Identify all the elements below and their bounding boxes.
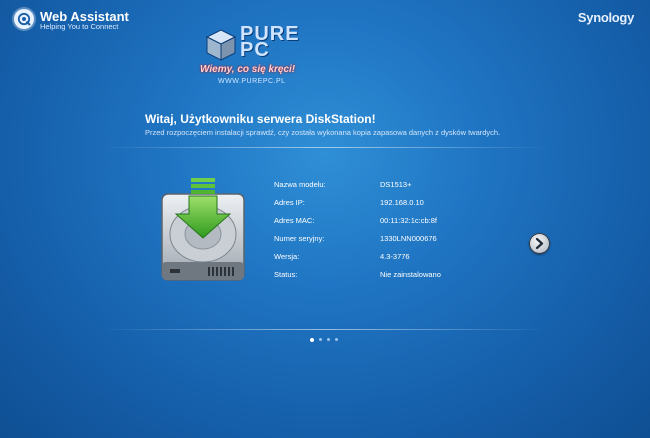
purepc-cube-icon [205,29,237,61]
info-value: Nie zainstalowano [380,270,441,279]
watermark-name: PURE PC [240,23,300,61]
page-dot-2[interactable] [319,338,322,341]
info-value: 192.168.0.10 [380,198,424,207]
page-title: Witaj, Użytkowniku serwera DiskStation! [145,112,376,126]
hard-drive-install-icon [161,178,245,281]
bottom-divider [100,329,550,330]
info-label: Nazwa modelu: [274,180,326,189]
brand-logo: Synology [577,10,634,25]
info-value: 4.3-3776 [380,252,410,261]
page-dot-3[interactable] [327,338,330,341]
app-subtitle: Helping You to Connect [40,22,119,31]
info-label: Wersja: [274,252,300,261]
watermark-logo: PURE PC Wiemy, co się kręci! WWW.PUREPC.… [200,23,304,90]
page-dot-1[interactable] [310,337,314,342]
info-label: Numer seryjny: [274,234,325,243]
top-bar: Web Assistant Helping You to Connect Syn… [0,0,650,40]
info-value: 00:11:32:1c:cb:8f [380,216,437,225]
next-button[interactable] [529,233,550,254]
info-label: Status: [274,270,298,279]
info-value: 1330LNN000676 [380,234,437,243]
chevron-right-icon [535,238,544,249]
info-value: DS1513+ [380,180,412,189]
watermark-tagline: Wiemy, co się kręci! [200,64,296,75]
page-dot-4[interactable] [335,338,338,341]
web-assistant-icon [14,9,34,29]
info-label: Adres MAC: [274,216,315,225]
page-subtitle: Przed rozpoczęciem instalacji sprawdź, c… [145,128,501,137]
watermark-url: WWW.PUREPC.PL [218,78,286,85]
page-indicator [310,337,344,344]
info-label: Adres IP: [274,198,305,207]
top-divider [100,147,550,148]
